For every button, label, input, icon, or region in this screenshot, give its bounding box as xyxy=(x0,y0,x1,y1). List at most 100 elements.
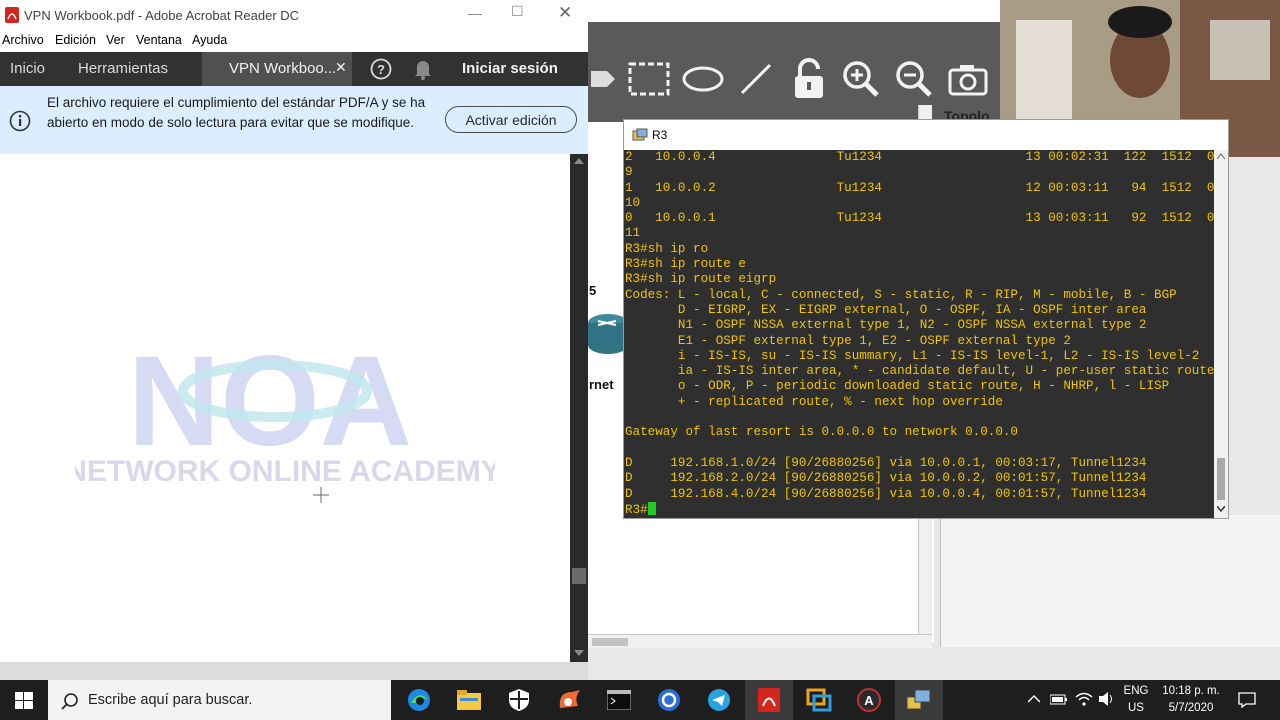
terminal-line: 2 10.0.0.4 Tu1234 13 00:02:31 122 1512 0 xyxy=(625,150,1214,164)
menu-ayuda[interactable]: Ayuda xyxy=(192,33,227,47)
acrobat-tab-bar: Inicio Herramientas VPN Workboo... ✕ ? I… xyxy=(0,52,588,86)
scroll-up-arrow-icon[interactable] xyxy=(1217,153,1225,159)
crosshair-cursor-icon xyxy=(312,486,330,509)
acrobat-logo-icon xyxy=(5,7,19,28)
gns3-app-icon[interactable] xyxy=(545,680,593,720)
terminal-title: R3 xyxy=(652,128,668,142)
scrollbar-thumb[interactable] xyxy=(572,568,586,584)
app-a-icon[interactable]: A xyxy=(845,680,893,720)
terminal-session-icon[interactable] xyxy=(895,680,943,720)
menu-ventana[interactable]: Ventana xyxy=(136,33,182,47)
terminal-line: 0 10.0.0.1 Tu1234 13 00:03:11 92 1512 0 xyxy=(625,211,1214,226)
action-center-icon[interactable] xyxy=(1238,692,1256,708)
windows-taskbar: Escribe aquí para buscar. A ENG US 10:18… xyxy=(0,680,1280,720)
text-cursor xyxy=(647,501,656,515)
line-tool-icon[interactable] xyxy=(733,56,779,102)
tab-inicio[interactable]: Inicio xyxy=(10,60,45,77)
zoom-out-icon[interactable] xyxy=(891,56,937,102)
search-icon xyxy=(61,693,78,710)
terminal-titlebar[interactable]: R3 xyxy=(624,120,1228,150)
info-icon xyxy=(9,110,31,137)
terminal-line: D 192.168.4.0/24 [90/26880256] via 10.0.… xyxy=(625,486,1147,501)
gns3-toolbar xyxy=(588,22,1000,122)
svg-text:?: ? xyxy=(377,62,385,77)
pdf-page-view[interactable]: NOA NETWORK ONLINE ACADEMY xyxy=(0,154,570,662)
terminal-line: E1 - OSPF external type 1, E2 - OSPF ext… xyxy=(625,333,1071,348)
terminal-line: ia - IS-IS inter area, * - candidate def… xyxy=(625,364,1214,379)
router-node-icon[interactable] xyxy=(586,305,628,355)
tab-document[interactable]: VPN Workboo... ✕ xyxy=(202,52,352,86)
close-icon[interactable]: ✕ xyxy=(558,3,572,23)
help-icon[interactable]: ? xyxy=(370,58,392,85)
pdfa-notice-bar: El archivo requiere el cumplimiento del … xyxy=(0,86,588,154)
terminal-output: 2 10.0.0.4 Tu1234 13 00:02:31 122 1512 0… xyxy=(625,150,1214,518)
scroll-down-arrow-icon[interactable] xyxy=(574,650,584,656)
sign-in-link[interactable]: Iniciar sesión xyxy=(462,60,558,77)
scroll-up-arrow-icon[interactable] xyxy=(574,158,584,164)
telegram-icon[interactable] xyxy=(695,680,743,720)
taskbar-search-box[interactable]: Escribe aquí para buscar. xyxy=(48,680,391,720)
file-explorer-icon[interactable] xyxy=(445,680,493,720)
minimize-icon[interactable]: — xyxy=(468,5,482,21)
svg-text:A: A xyxy=(864,693,874,708)
pdf-vertical-scrollbar[interactable] xyxy=(570,154,588,662)
clock-date[interactable]: 5/7/2020 xyxy=(1156,702,1226,714)
terminal-line: 9 xyxy=(625,165,633,180)
edge-browser-icon[interactable] xyxy=(395,680,443,720)
rectangle-tool-icon[interactable] xyxy=(626,56,672,102)
terminal-line: 1 10.0.0.2 Tu1234 12 00:03:11 94 1512 0 xyxy=(625,180,1214,195)
window-title: VPN Workbook.pdf - Adobe Acrobat Reader … xyxy=(24,8,300,23)
lock-icon[interactable] xyxy=(786,56,832,102)
acrobat-titlebar[interactable]: VPN Workbook.pdf - Adobe Acrobat Reader … xyxy=(0,0,588,30)
command-prompt-icon[interactable] xyxy=(595,680,643,720)
canvas-horizontal-scrollbar[interactable] xyxy=(588,634,932,648)
terminal-line: D 192.168.2.0/24 [90/26880256] via 10.0.… xyxy=(625,471,1147,486)
tab-herramientas[interactable]: Herramientas xyxy=(78,60,168,77)
router-node-label: 5 xyxy=(589,283,597,298)
menu-ver[interactable]: Ver xyxy=(106,33,125,47)
acrobat-window[interactable]: VPN Workbook.pdf - Adobe Acrobat Reader … xyxy=(0,0,588,662)
clock-time[interactable]: 10:18 p. m. xyxy=(1156,685,1226,697)
volume-icon[interactable] xyxy=(1098,691,1116,707)
battery-icon[interactable] xyxy=(1050,694,1068,706)
terminal-console[interactable]: 2 10.0.0.4 Tu1234 13 00:02:31 122 1512 0… xyxy=(624,150,1214,518)
start-button[interactable] xyxy=(0,680,48,720)
zoom-in-icon[interactable] xyxy=(838,56,884,102)
maximize-icon[interactable]: ☐ xyxy=(511,3,524,20)
menu-bar: Archivo Edición Ver Ventana Ayuda xyxy=(0,30,588,52)
terminal-prompt[interactable]: R3# xyxy=(625,501,1214,518)
show-hidden-icons-chevron-icon[interactable] xyxy=(1028,694,1040,704)
terminal-window[interactable]: R3 2 10.0.0.4 Tu1234 13 00:02:31 122 151… xyxy=(623,119,1229,519)
terminal-scrollbar[interactable] xyxy=(1214,150,1228,518)
menu-archivo[interactable]: Archivo xyxy=(2,33,44,47)
notifications-bell-icon[interactable] xyxy=(413,58,433,85)
acrobat-reader-icon[interactable] xyxy=(745,680,793,720)
tab-close-icon[interactable]: ✕ xyxy=(335,59,347,76)
search-placeholder: Escribe aquí para buscar. xyxy=(88,692,253,708)
topology-summary-panel xyxy=(940,515,1280,647)
wifi-icon[interactable] xyxy=(1075,691,1093,707)
scrollbar-thumb[interactable] xyxy=(592,638,628,646)
scrollbar-thumb[interactable] xyxy=(1217,458,1225,500)
keyboard-region[interactable]: US xyxy=(1120,702,1152,714)
terminal-line: N1 - OSPF NSSA external type 1, N2 - OSP… xyxy=(625,318,1147,333)
ellipse-tool-icon[interactable] xyxy=(680,56,726,102)
enable-editing-button[interactable]: Activar edición xyxy=(445,106,577,133)
windows-logo-icon xyxy=(15,692,33,709)
webex-app-icon[interactable] xyxy=(645,680,693,720)
language-indicator[interactable]: ENG xyxy=(1120,685,1152,697)
terminal-line: i - IS-IS, su - IS-IS summary, L1 - IS-I… xyxy=(625,348,1200,363)
menu-edicion[interactable]: Edición xyxy=(55,33,96,47)
scroll-down-arrow-icon[interactable] xyxy=(1217,506,1225,512)
terminal-line: R3#sh ip ro xyxy=(625,241,709,256)
windows-security-icon[interactable] xyxy=(495,680,543,720)
tab-document-label: VPN Workboo... xyxy=(229,60,337,77)
svg-text:NOA: NOA xyxy=(128,339,412,473)
cloud-node-label: rnet xyxy=(589,377,614,392)
virtual-machine-icon[interactable] xyxy=(795,680,843,720)
screenshot-camera-icon[interactable] xyxy=(945,56,991,102)
terminal-line: R3#sh ip route eigrp xyxy=(625,272,777,287)
terminal-line: Codes: L - local, C - connected, S - sta… xyxy=(625,287,1177,302)
